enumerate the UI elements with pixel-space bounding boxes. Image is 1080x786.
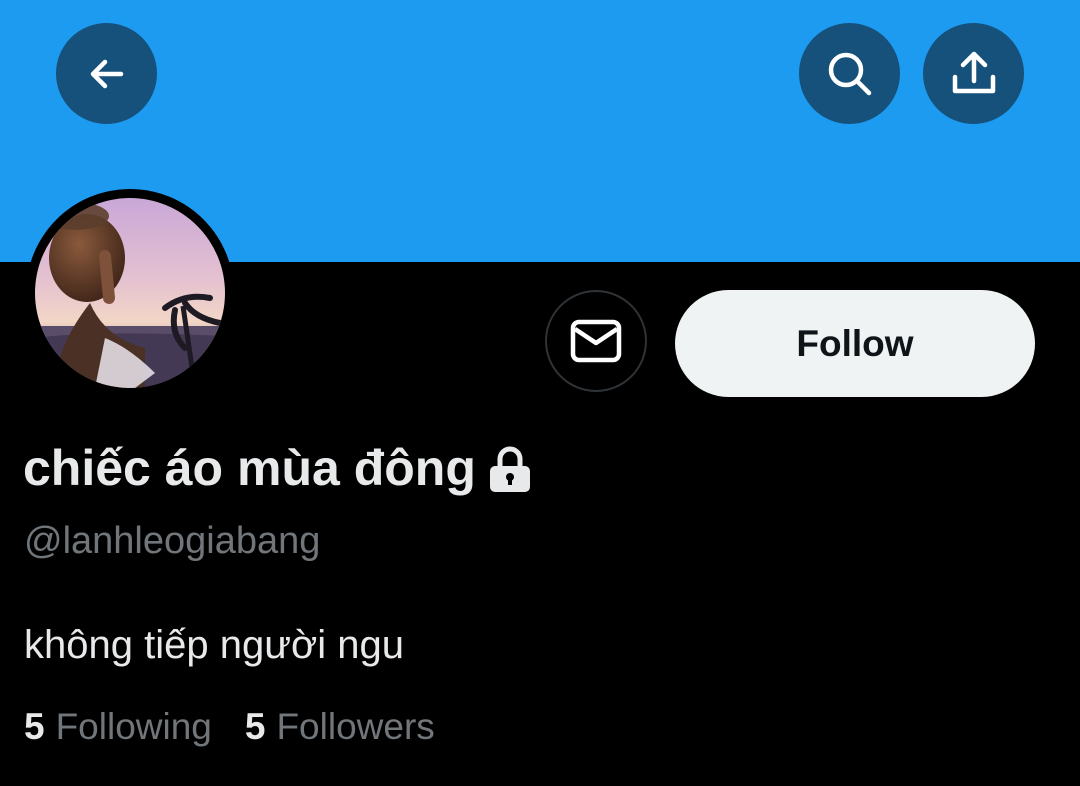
avatar[interactable] (26, 189, 234, 397)
envelope-icon (570, 319, 622, 363)
followers-label: Followers (276, 706, 435, 747)
share-icon (952, 51, 995, 93)
profile-stats: 5 Following 5 Followers (24, 702, 435, 752)
followers-link[interactable]: 5 Followers (245, 702, 435, 752)
display-name: chiếc áo mùa đông (23, 440, 476, 496)
lock-icon (486, 446, 534, 494)
back-button[interactable] (56, 23, 157, 124)
following-count: 5 (24, 706, 45, 747)
following-link[interactable]: 5 Following (24, 702, 212, 752)
message-button[interactable] (545, 290, 647, 392)
following-label: Following (55, 706, 212, 747)
search-icon (828, 52, 871, 95)
avatar-image (35, 198, 225, 388)
profile-page: Follow chiếc áo mùa đông @lanhleogiabang… (0, 0, 1080, 786)
search-button[interactable] (799, 23, 900, 124)
follow-button[interactable]: Follow (675, 290, 1035, 397)
profile-bio: không tiếp người ngu (24, 623, 404, 667)
share-button[interactable] (923, 23, 1024, 124)
name-row: chiếc áo mùa đông (23, 436, 534, 500)
profile-handle: @lanhleogiabang (24, 520, 321, 562)
followers-count: 5 (244, 706, 266, 747)
arrow-left-icon (90, 59, 123, 88)
